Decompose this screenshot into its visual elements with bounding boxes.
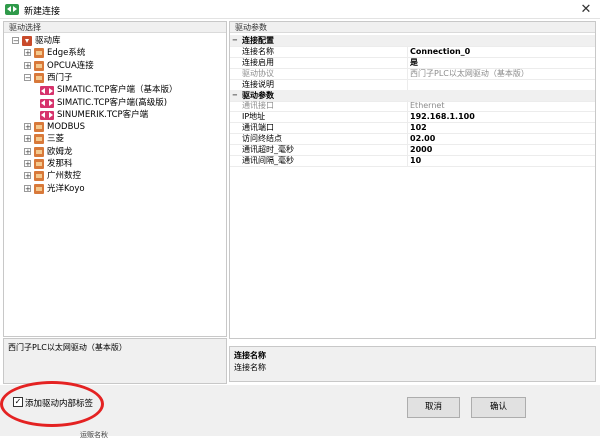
folder-icon	[34, 159, 44, 169]
property-name: 通讯超时_毫秒	[242, 144, 408, 155]
property-description-text: 连接名称	[234, 363, 266, 372]
expand-icon[interactable]: +	[24, 135, 31, 143]
property-value[interactable]: 10	[410, 155, 421, 166]
tree-node-label: SIMATIC.TCP客户端（基本版）	[57, 85, 178, 96]
collapse-icon[interactable]: −	[12, 37, 19, 45]
property-value[interactable]: 西门子PLC以太网驱动（基本版）	[410, 68, 529, 79]
category-label: 连接配置	[242, 36, 274, 45]
expand-icon[interactable]: +	[24, 61, 31, 69]
folder-icon	[34, 171, 44, 182]
collapse-icon[interactable]: −	[232, 90, 238, 101]
root-folder-icon	[22, 36, 32, 46]
expand-icon[interactable]: +	[24, 49, 31, 57]
expand-icon[interactable]: +	[24, 172, 31, 180]
tree-node[interactable]: + 光洋Koyo	[4, 183, 226, 195]
tree-node[interactable]: + Edge系统	[4, 47, 226, 59]
tree-node[interactable]: + 广州数控	[4, 170, 226, 182]
driver-tree: − 驱动库 + Edge系统 + OPCUA连接 − 西门子 SIMATIC.TCP客户端（基本…	[4, 35, 226, 335]
property-name: 通讯端口	[242, 122, 408, 134]
tree-node[interactable]: + 发那科	[4, 158, 226, 170]
expand-icon[interactable]: +	[24, 147, 31, 155]
tree-node-label: 广州数控	[47, 171, 82, 182]
folder-icon	[34, 48, 44, 59]
property-value[interactable]: 192.168.1.100	[410, 111, 475, 122]
tree-node-label: 欧姆龙	[47, 146, 73, 157]
property-name: 连接说明	[242, 78, 408, 90]
property-value[interactable]: 2000	[410, 144, 432, 155]
property-value[interactable]: 102	[410, 122, 427, 133]
expand-icon[interactable]: +	[24, 123, 31, 131]
property-name: IP地址	[242, 111, 408, 123]
property-row[interactable]: 通讯间隔_毫秒 10	[230, 154, 595, 167]
cropped-text-fragment: 运贩名秋	[80, 431, 108, 439]
folder-icon	[34, 60, 44, 71]
property-name: 通讯间隔_毫秒	[242, 154, 408, 166]
collapse-icon[interactable]: −	[232, 35, 238, 46]
driver-params-header: 驱动参数	[230, 22, 595, 33]
property-value[interactable]: 是	[410, 57, 418, 68]
title-bar: 新建连接 ✕	[0, 0, 600, 19]
folder-icon	[34, 134, 44, 145]
driver-tree-header: 驱动选择	[4, 22, 226, 33]
driver-description-text: 西门子PLC以太网驱动（基本版）	[8, 343, 127, 352]
tree-node-label: 三菱	[47, 134, 65, 145]
driver-icon	[40, 98, 54, 108]
tree-node[interactable]: + OPCUA连接	[4, 60, 226, 72]
expand-icon[interactable]: +	[24, 184, 31, 192]
folder-icon	[34, 122, 44, 133]
tree-node-label: MODBUS	[47, 122, 86, 133]
tree-node[interactable]: SIMATIC.TCP客户端（基本版）	[4, 84, 226, 96]
tree-node[interactable]: − 西门子	[4, 72, 226, 84]
tree-node-label: 光洋Koyo	[47, 183, 85, 194]
close-button[interactable]: ✕	[572, 0, 600, 19]
cancel-button[interactable]: 取消	[407, 397, 460, 418]
tree-node-label: SIMATIC.TCP客户端(高级版)	[57, 97, 168, 108]
property-grid: − 连接配置 连接名称 Connection_0 连接启用是驱动协议 西门子PLC以太网驱…	[230, 35, 595, 335]
tree-node[interactable]: SIMATIC.TCP客户端(高级版)	[4, 97, 226, 109]
tree-node-label: OPCUA连接	[47, 60, 94, 71]
property-value[interactable]: Connection_0	[410, 46, 470, 57]
property-description-box: 连接名称 连接名称	[229, 346, 596, 382]
category-label: 驱动参数	[242, 90, 274, 100]
driver-description-box: 西门子PLC以太网驱动（基本版）	[3, 338, 227, 384]
tree-node[interactable]: + MODBUS	[4, 121, 226, 133]
property-value[interactable]: Ethernet	[410, 100, 444, 111]
tree-node-label: Edge系统	[47, 48, 86, 59]
tree-node-label: 驱动库	[35, 36, 61, 46]
tree-node[interactable]: + 三菱	[4, 133, 226, 145]
property-name: 连接启用	[242, 56, 408, 68]
folder-icon	[34, 72, 44, 83]
property-name: 驱动协议	[242, 67, 408, 79]
highlight-annotation-ellipse	[0, 381, 104, 427]
tree-node-label: 发那科	[47, 159, 73, 169]
tree-node-label: SINUMERIK.TCP客户端	[57, 109, 149, 120]
property-name: 连接名称	[242, 45, 408, 57]
ok-button[interactable]: 确认	[471, 397, 526, 418]
property-name: 通讯接口	[242, 100, 408, 112]
app-logo-icon	[5, 4, 19, 15]
tree-node[interactable]: + 欧姆龙	[4, 146, 226, 158]
property-name: 访问终结点	[242, 133, 408, 145]
driver-tree-panel: 驱动选择 − 驱动库 + Edge系统 + OPCUA连接 − 西门子 SIMATIC.TCP客…	[3, 21, 227, 337]
tree-node-label: 西门子	[47, 72, 73, 83]
window-title: 新建连接	[24, 7, 61, 17]
driver-params-panel: 驱动参数 − 连接配置 连接名称 Connection_0 连接启用是驱动协议 西门子PL…	[229, 21, 596, 339]
tree-node[interactable]: − 驱动库	[4, 35, 226, 47]
property-value[interactable]: 02.00	[410, 133, 435, 144]
tree-node[interactable]: SINUMERIK.TCP客户端	[4, 109, 226, 121]
driver-icon	[40, 86, 54, 96]
collapse-icon[interactable]: −	[24, 73, 31, 81]
driver-icon	[40, 110, 54, 120]
folder-icon	[34, 146, 44, 157]
property-description-title: 连接名称	[234, 351, 266, 360]
expand-icon[interactable]: +	[24, 160, 31, 168]
folder-icon	[34, 183, 44, 194]
